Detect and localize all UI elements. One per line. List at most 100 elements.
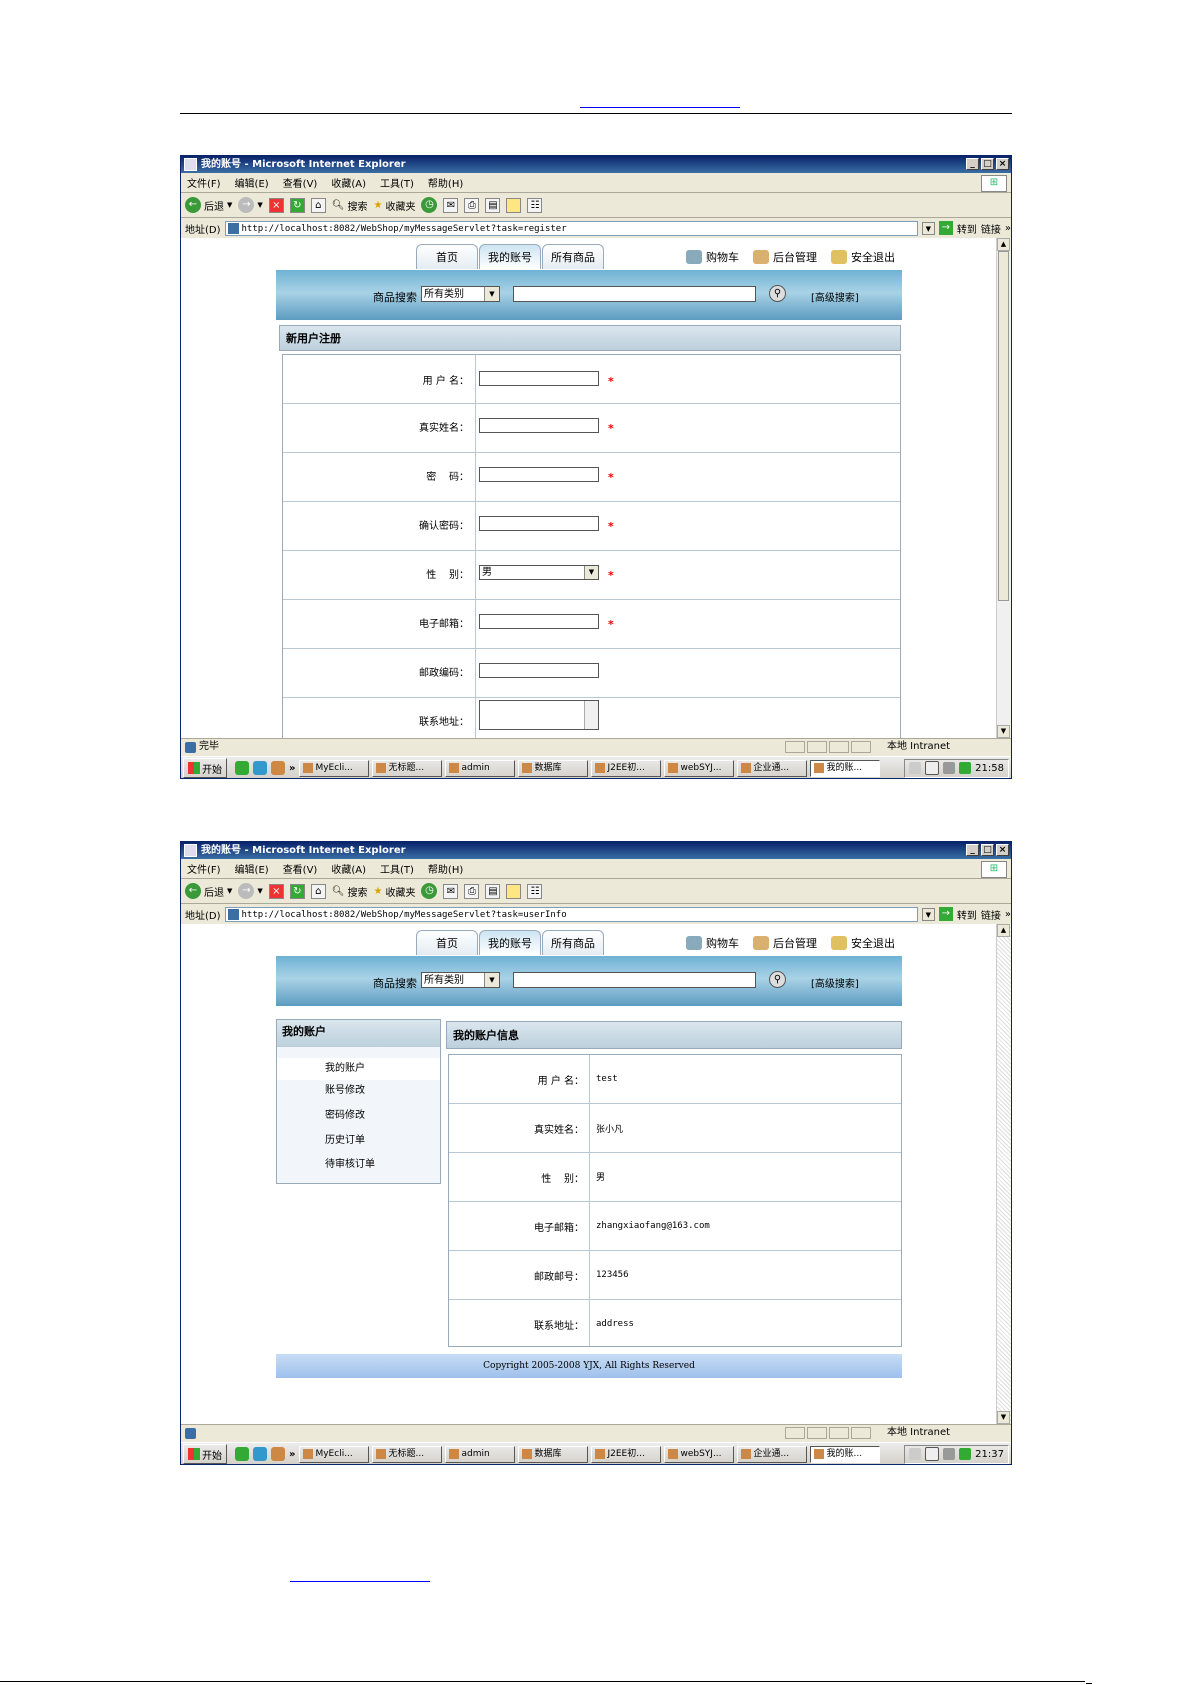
go-arrow-icon[interactable]: → xyxy=(938,221,953,235)
edit-icon[interactable]: ▤ xyxy=(485,883,501,899)
stop-icon[interactable]: × xyxy=(268,883,284,899)
menu-tools[interactable]: 工具(T) xyxy=(380,861,414,876)
task-button[interactable]: 企业通... xyxy=(737,759,808,777)
history-icon[interactable]: ◷ xyxy=(421,883,438,899)
menu-view[interactable]: 查看(V) xyxy=(283,861,318,876)
discuss-icon[interactable] xyxy=(506,197,522,213)
task-button-active[interactable]: 我的账... xyxy=(810,1445,881,1463)
help-icon[interactable] xyxy=(925,761,940,775)
stop-icon[interactable]: × xyxy=(268,197,284,213)
admin-link[interactable]: 后台管理 xyxy=(753,249,817,265)
logout-link[interactable]: 安全退出 xyxy=(831,249,895,265)
print-icon[interactable]: ⎙ xyxy=(464,883,480,899)
ie-icon[interactable] xyxy=(253,1447,267,1461)
task-button[interactable]: 无标题... xyxy=(372,759,443,777)
task-button[interactable]: webSYJ... xyxy=(664,1445,735,1463)
menu-file[interactable]: 文件(F) xyxy=(187,175,221,190)
sidebar-item-order-history[interactable]: 历史订单 xyxy=(277,1130,440,1152)
address-input[interactable]: http://localhost:8082/WebShop/myMessageS… xyxy=(224,220,918,236)
address-textarea[interactable] xyxy=(479,700,599,730)
cart-link[interactable]: 购物车 xyxy=(686,935,739,951)
history-icon[interactable]: ◷ xyxy=(421,197,438,213)
go-button[interactable]: 转到 xyxy=(957,907,977,922)
task-button[interactable]: J2EE初... xyxy=(591,1445,662,1463)
realname-input[interactable] xyxy=(479,418,599,433)
menu-view[interactable]: 查看(V) xyxy=(283,175,318,190)
password-input[interactable] xyxy=(479,467,599,482)
links-chevron-icon[interactable]: » xyxy=(1005,909,1011,920)
footer-link-underline[interactable] xyxy=(290,1581,430,1582)
mail-icon[interactable]: ✉ xyxy=(443,883,459,899)
tab-my-account[interactable]: 我的账号 xyxy=(479,930,541,955)
menu-favorites[interactable]: 收藏(A) xyxy=(331,861,366,876)
home-icon[interactable]: ⌂ xyxy=(310,883,326,899)
tab-my-account[interactable]: 我的账号 xyxy=(479,244,541,269)
network-icon[interactable] xyxy=(943,762,956,774)
quicklaunch-chevron-icon[interactable]: » xyxy=(289,1449,295,1460)
menu-help[interactable]: 帮助(H) xyxy=(428,175,463,190)
back-button[interactable]: ← 后退 ▼ xyxy=(185,197,232,213)
minimize-button[interactable]: _ xyxy=(966,158,979,170)
menu-edit[interactable]: 编辑(E) xyxy=(235,175,269,190)
desktop-icon[interactable] xyxy=(271,1447,285,1461)
menu-file[interactable]: 文件(F) xyxy=(187,861,221,876)
keyboard-icon[interactable] xyxy=(909,762,922,774)
task-button[interactable]: MyEcli... xyxy=(299,1445,370,1463)
scroll-up-icon[interactable]: ▲ xyxy=(997,924,1010,937)
favorites-button[interactable]: ★ 收藏夹 xyxy=(373,884,415,899)
address-dropdown-icon[interactable]: ▼ xyxy=(921,907,935,921)
task-button[interactable]: webSYJ... xyxy=(664,759,735,777)
help-icon[interactable] xyxy=(925,1447,940,1461)
menu-tools[interactable]: 工具(T) xyxy=(380,175,414,190)
header-link-underline[interactable] xyxy=(580,107,740,108)
edit-icon[interactable]: ▤ xyxy=(485,197,501,213)
task-button[interactable]: J2EE初... xyxy=(591,759,662,777)
close-button[interactable]: × xyxy=(996,844,1009,856)
quicklaunch-chevron-icon[interactable]: » xyxy=(289,763,295,774)
quicklaunch-icon[interactable] xyxy=(235,1447,249,1461)
category-select[interactable]: 所有类别 ▼ xyxy=(421,286,500,302)
search-button[interactable]: 🔍︎ 搜索 xyxy=(332,198,368,213)
sidebar-item-pending-orders[interactable]: 待审核订单 xyxy=(277,1154,440,1176)
start-button[interactable]: 开始 xyxy=(183,758,227,778)
research-icon[interactable]: ☷ xyxy=(527,883,543,899)
tab-all-products[interactable]: 所有商品 xyxy=(542,244,604,269)
confirm-password-input[interactable] xyxy=(479,516,599,531)
task-button[interactable]: MyEcli... xyxy=(299,759,370,777)
sidebar-item-my-account[interactable]: 我的账户 xyxy=(277,1058,440,1080)
category-select[interactable]: 所有类别 ▼ xyxy=(421,972,500,988)
desktop-icon[interactable] xyxy=(271,761,285,775)
discuss-icon[interactable] xyxy=(506,883,522,899)
maximize-button[interactable]: □ xyxy=(981,844,994,856)
address-dropdown-icon[interactable]: ▼ xyxy=(921,221,935,235)
page-scrollbar[interactable]: ▲ ▼ xyxy=(996,238,1011,738)
tab-home[interactable]: 首页 xyxy=(416,244,478,269)
tab-all-products[interactable]: 所有商品 xyxy=(542,930,604,955)
menu-help[interactable]: 帮助(H) xyxy=(428,861,463,876)
links-button[interactable]: 链接 xyxy=(981,907,1001,922)
print-icon[interactable]: ⎙ xyxy=(464,197,480,213)
gender-select[interactable]: 男 ▼ xyxy=(479,565,599,580)
mail-icon[interactable]: ✉ xyxy=(443,197,459,213)
email-input[interactable] xyxy=(479,614,599,629)
menu-edit[interactable]: 编辑(E) xyxy=(235,861,269,876)
task-button[interactable]: 数据库 xyxy=(518,759,589,777)
advanced-search-link[interactable]: [高级搜索] xyxy=(811,289,859,304)
task-button[interactable]: admin xyxy=(445,1445,516,1463)
search-input[interactable] xyxy=(513,972,756,988)
task-button[interactable]: 企业通... xyxy=(737,1445,808,1463)
menu-favorites[interactable]: 收藏(A) xyxy=(331,175,366,190)
search-input[interactable] xyxy=(513,286,756,302)
task-button[interactable]: 数据库 xyxy=(518,1445,589,1463)
title-bar[interactable]: 我的账号 - Microsoft Internet Explorer _ □ × xyxy=(181,842,1011,859)
refresh-icon[interactable]: ↻ xyxy=(289,883,305,899)
close-button[interactable]: × xyxy=(996,158,1009,170)
scroll-thumb[interactable] xyxy=(998,251,1009,601)
task-button-active[interactable]: 我的账... xyxy=(810,759,881,777)
go-arrow-icon[interactable]: → xyxy=(938,907,953,921)
logout-link[interactable]: 安全退出 xyxy=(831,935,895,951)
scroll-down-icon[interactable]: ▼ xyxy=(997,1411,1010,1424)
ie-icon[interactable] xyxy=(253,761,267,775)
back-button[interactable]: ← 后退 ▼ xyxy=(185,883,232,899)
tray-app-icon[interactable] xyxy=(959,762,972,774)
